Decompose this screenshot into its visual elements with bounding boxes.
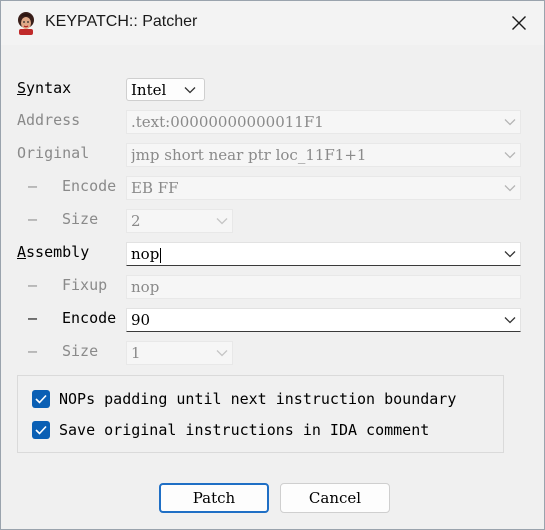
original-size-label: Size [62, 210, 99, 228]
size-value: 1 [131, 344, 141, 362]
fixup-field: nop [126, 275, 521, 299]
assembly-dropdown-toggle[interactable] [500, 243, 520, 265]
chevron-down-icon [504, 119, 516, 126]
encode-dropdown-toggle[interactable] [500, 309, 520, 331]
size-dash: – [28, 342, 38, 360]
chevron-down-icon [504, 152, 516, 159]
cancel-button[interactable]: Cancel [280, 483, 390, 513]
address-value: .text:00000000000011F1 [131, 113, 324, 131]
assembly-label: Assembly [17, 243, 90, 261]
chevron-down-icon [504, 251, 516, 258]
syntax-dropdown[interactable]: Intel [126, 78, 205, 101]
assembly-value: nop [131, 245, 160, 263]
original-value: jmp short near ptr loc_11F1+1 [131, 146, 367, 164]
options-group [17, 375, 504, 453]
checkmark-icon [35, 425, 47, 435]
title-bar[interactable]: KEYPATCH:: Patcher [1, 1, 544, 45]
close-icon [512, 16, 526, 30]
assembly-input[interactable]: nop [126, 242, 521, 266]
chevron-down-icon [216, 218, 228, 225]
app-icon [18, 12, 34, 35]
syntax-label: Syntax [17, 79, 72, 97]
original-encode-dash: – [28, 177, 38, 195]
chevron-down-icon [184, 87, 196, 94]
fixup-dash: – [28, 276, 38, 294]
window-title: KEYPATCH:: Patcher [45, 13, 198, 30]
original-encode-field: EB FF [126, 176, 521, 200]
patcher-dialog: KEYPATCH:: Patcher Syntax Intel Address … [0, 0, 545, 530]
address-field: .text:00000000000011F1 [126, 110, 521, 134]
fixup-value: nop [131, 278, 160, 296]
original-size-field: 2 [126, 209, 233, 233]
patch-button[interactable]: Patch [159, 483, 269, 513]
encode-value: 90 [131, 311, 151, 329]
close-button[interactable] [497, 5, 541, 41]
chevron-down-icon [216, 350, 228, 357]
address-label: Address [17, 111, 81, 129]
original-label: Original [17, 144, 90, 162]
save-comment-label[interactable]: Save original instructions in IDA commen… [59, 421, 429, 439]
text-caret [160, 247, 162, 263]
syntax-value: Intel [131, 80, 167, 99]
original-size-dash: – [28, 210, 38, 228]
chevron-down-icon [504, 185, 516, 192]
fixup-label: Fixup [62, 276, 108, 294]
original-size-value: 2 [131, 212, 141, 230]
nop-padding-label[interactable]: NOPs padding until next instruction boun… [59, 390, 456, 408]
encode-dash: – [28, 309, 38, 327]
chevron-down-icon [504, 317, 516, 324]
save-comment-checkbox[interactable] [32, 421, 50, 439]
original-encode-value: EB FF [131, 179, 179, 197]
encode-input[interactable]: 90 [126, 308, 521, 332]
size-label: Size [62, 342, 99, 360]
original-field: jmp short near ptr loc_11F1+1 [126, 143, 521, 167]
nop-padding-checkbox[interactable] [32, 390, 50, 408]
checkmark-icon [35, 394, 47, 404]
original-encode-label: Encode [62, 177, 117, 195]
size-field: 1 [126, 341, 233, 365]
encode-label: Encode [62, 309, 117, 327]
